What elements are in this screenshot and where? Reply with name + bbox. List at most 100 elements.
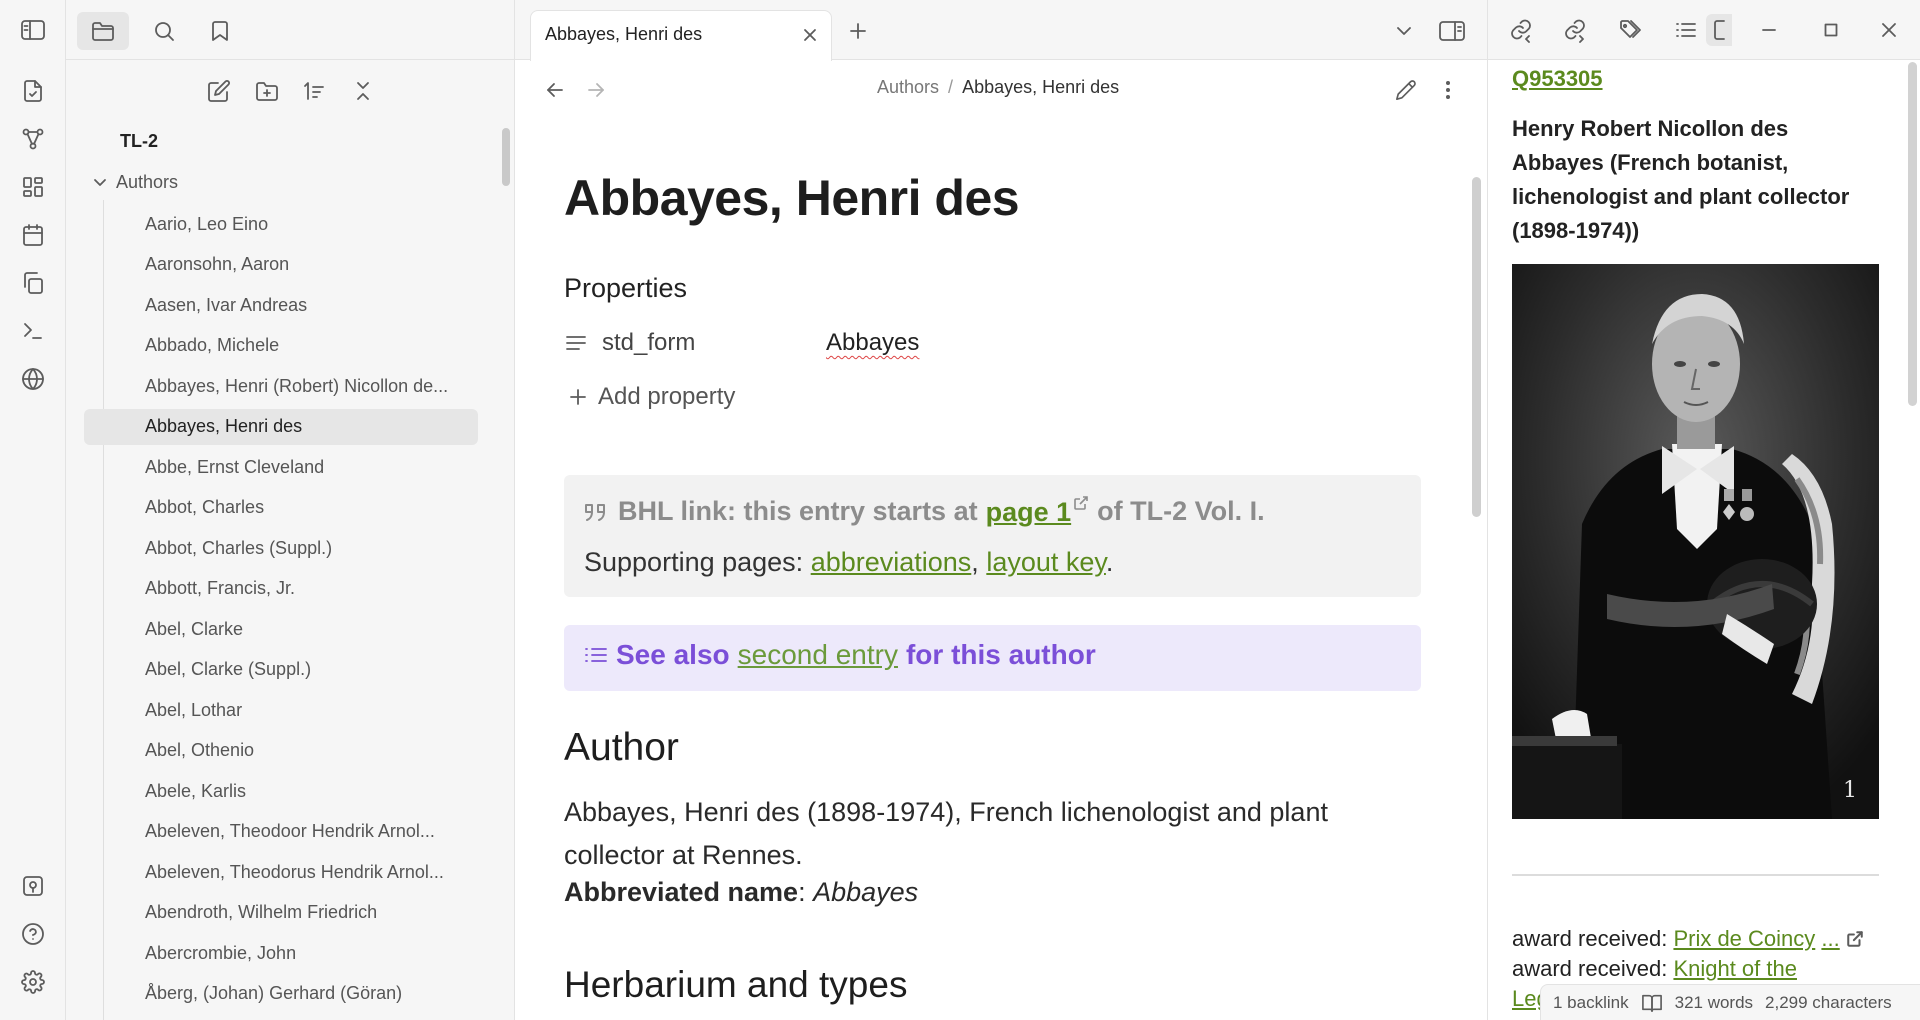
property-row: std_form Abbayes [564,323,1421,363]
maximize-window-icon[interactable] [1814,14,1848,46]
file-item[interactable]: Abel, Othenio [84,733,478,769]
plus-icon [570,389,586,405]
file-item[interactable]: Åberg, (Johan) Gerhard (Göran) [84,976,478,1012]
supporting-pages-line: Supporting pages: abbreviations, layout … [584,547,1113,578]
add-property-label: Add property [598,383,736,410]
author-description: Abbayes, Henri des (1898-1974), French l… [564,797,1328,870]
toggle-right-sidebar-icon[interactable] [1437,16,1467,46]
text-property-icon[interactable] [564,331,588,355]
chevron-down-icon [94,179,106,186]
file-item[interactable]: Abbado, Michele [84,328,478,364]
add-property-button[interactable]: Add property [568,383,735,411]
files-tab-folder-icon[interactable] [77,12,129,50]
tab-title: Abbayes, Henri des [545,24,703,44]
open-quick-switcher-icon[interactable] [17,75,49,107]
breadcrumb-folder[interactable]: Authors [877,77,939,97]
right-pane-scrollbar[interactable] [1908,62,1917,406]
help-icon[interactable] [17,918,49,950]
award-row-1: award received: Prix de Coincy ... [1512,926,1864,952]
bhl-page-link[interactable]: page 1 [986,497,1072,527]
status-bar: 1 backlink 321 words 2,299 characters [1540,984,1920,1020]
layout-key-link[interactable]: layout key [986,547,1106,577]
close-window-icon[interactable] [1872,14,1906,46]
file-item[interactable]: Abbott, Francis, Jr. [84,571,478,607]
editor-view: Authors / Abbayes, Henri des Abbayes, Henr… [515,61,1487,1020]
file-item[interactable]: Abel, Lothar [84,692,478,728]
sidebar-scrollbar[interactable] [502,128,510,186]
templates-icon[interactable] [17,267,49,299]
active-pane-icon[interactable] [1706,14,1732,46]
folder-label: Authors [116,171,179,192]
forward-arrow-icon[interactable] [581,75,611,105]
left-ribbon [0,0,66,1020]
more-options-icon[interactable] [1433,75,1463,105]
globe-icon[interactable] [17,363,49,395]
outgoing-links-icon[interactable] [1560,14,1592,46]
portrait-number: 1 [1843,778,1857,803]
award-more-link[interactable]: ... [1821,926,1839,951]
backlinks-icon[interactable] [1506,14,1538,46]
file-item[interactable]: Abercrombie, John [84,935,478,971]
vault-switcher-icon[interactable] [17,870,49,902]
file-item[interactable]: Abbot, Charles (Suppl.) [84,530,478,566]
tags-icon[interactable] [1616,14,1648,46]
supporting-prefix: Supporting pages: [584,547,804,577]
daily-note-icon[interactable] [17,219,49,251]
external-link-icon [1074,496,1088,510]
close-tab-icon[interactable] [799,24,821,46]
file-item[interactable]: Abbot, Charles [84,490,478,526]
settings-gear-icon[interactable] [17,966,49,998]
folder-authors[interactable]: Authors [92,169,178,195]
toggle-sidebar-icon[interactable] [17,14,49,46]
back-arrow-icon[interactable] [540,75,570,105]
abbreviations-link[interactable]: abbreviations [811,547,972,577]
search-tab-search-icon[interactable] [138,12,190,50]
wikidata-qid-link[interactable]: Q953305 [1512,66,1603,92]
sort-order-icon[interactable] [298,76,332,106]
reading-book-icon[interactable] [1641,993,1663,1013]
file-item[interactable]: Abele, Karlis [84,773,478,809]
editor-scrollbar[interactable] [1472,177,1481,517]
outline-icon[interactable] [1670,14,1702,46]
breadcrumb-current[interactable]: Abbayes, Henri des [962,77,1119,97]
terminal-icon[interactable] [17,315,49,347]
second-entry-link[interactable]: second entry [738,639,898,671]
list-icon [585,648,607,662]
supporting-comma: , [971,547,979,577]
tab-abbayes[interactable]: Abbayes, Henri des [530,10,832,61]
breadcrumb: Authors / Abbayes, Henri des [877,77,1119,98]
property-value[interactable]: Abbayes [826,329,919,357]
bookmarks-tab-bookmark-icon[interactable] [194,12,246,50]
file-item[interactable]: Abeleven, Theodorus Hendrik Arnol... [84,854,478,890]
character-count: 2,299 characters [1765,992,1892,1012]
award-label: award received: [1512,926,1668,951]
note-title[interactable]: Abbayes, Henri des [564,169,1020,227]
new-tab-plus-icon[interactable] [845,18,871,44]
edit-pencil-icon[interactable] [1391,75,1421,105]
file-item[interactable]: Abbayes, Henri (Robert) Nicollon de... [84,368,478,404]
backlink-count[interactable]: 1 backlink [1553,993,1629,1013]
file-item[interactable]: Abbayes, Henri des [84,408,478,445]
file-item[interactable]: Abeleven, Theodoor Hendrik Arnol... [84,814,478,850]
file-item[interactable]: Abel, Clarke (Suppl.) [84,652,478,688]
minimize-window-icon[interactable] [1752,14,1786,46]
property-key[interactable]: std_form [602,329,695,357]
external-link-icon [1847,931,1863,947]
file-explorer-sidebar: TL-2 Authors Aario, Leo Eino Aaronsohn, A… [66,0,515,1020]
file-item[interactable]: Aaronsohn, Aaron [84,247,478,283]
new-folder-icon[interactable] [250,76,284,106]
new-note-icon[interactable] [202,76,236,106]
properties-heading[interactable]: Properties [564,273,687,304]
file-item[interactable]: Aario, Leo Eino [84,206,478,242]
file-item[interactable]: Aasen, Ivar Andreas [84,287,478,323]
graph-view-icon[interactable] [17,123,49,155]
canvas-icon[interactable] [17,171,49,203]
collapse-all-icon[interactable] [346,76,380,106]
award-link[interactable]: Prix de Coincy [1673,926,1815,951]
file-item[interactable]: Abendroth, Wilhelm Friedrich [84,895,478,931]
file-item[interactable]: Abel, Clarke [84,611,478,647]
file-item[interactable]: Abbe, Ernst Cleveland [84,449,478,485]
award-link[interactable]: Knight of the [1673,956,1797,981]
tab-list-chevron-down-icon[interactable] [1389,16,1419,46]
tab-bar: Abbayes, Henri des [515,0,1487,61]
